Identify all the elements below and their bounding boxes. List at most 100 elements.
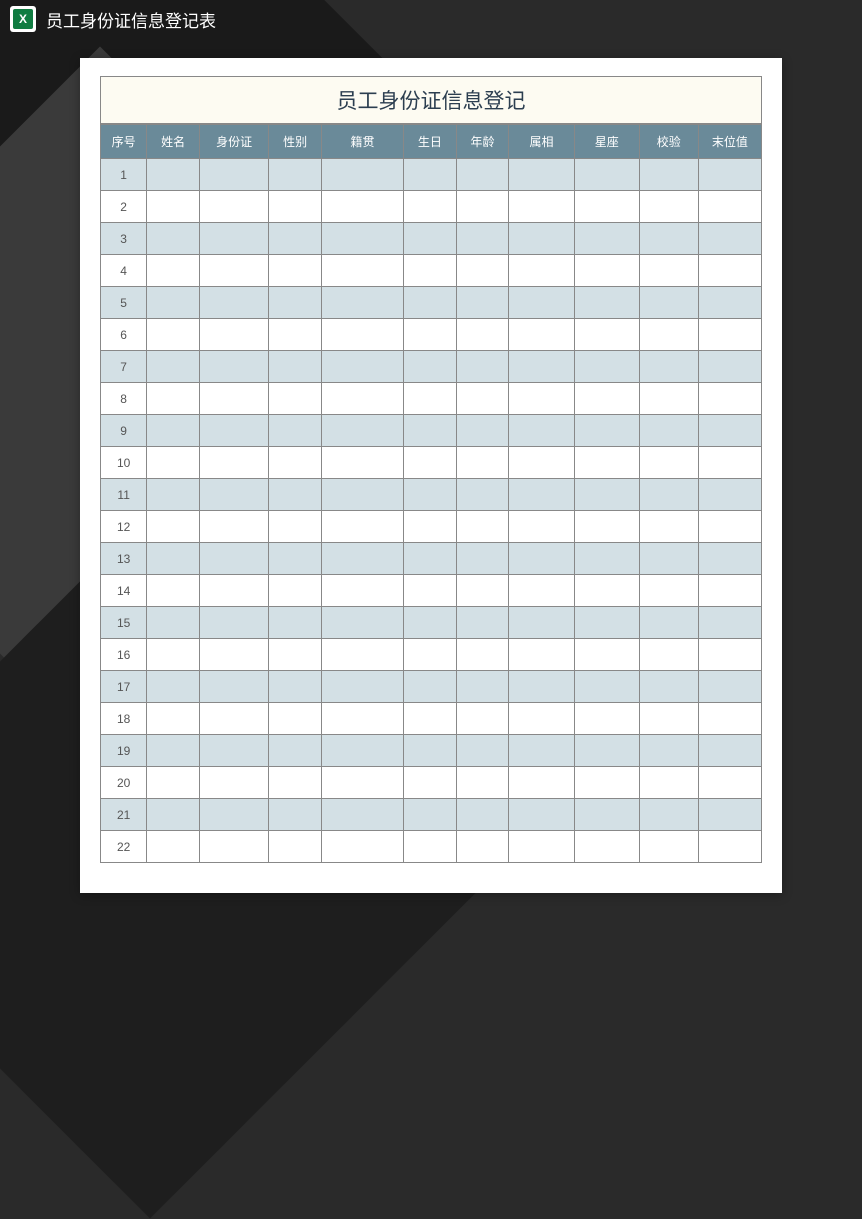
cell-empty xyxy=(509,479,574,511)
cell-empty xyxy=(269,223,322,255)
cell-empty xyxy=(404,351,457,383)
cell-empty xyxy=(698,447,761,479)
cell-empty xyxy=(199,639,268,671)
cell-empty xyxy=(322,351,404,383)
cell-seq: 12 xyxy=(101,511,147,543)
cell-empty xyxy=(698,639,761,671)
cell-empty xyxy=(456,575,509,607)
table-row: 7 xyxy=(101,351,762,383)
cell-empty xyxy=(404,703,457,735)
cell-empty xyxy=(404,831,457,863)
cell-empty xyxy=(698,735,761,767)
cell-empty xyxy=(509,799,574,831)
cell-empty xyxy=(404,735,457,767)
cell-empty xyxy=(404,607,457,639)
cell-empty xyxy=(199,831,268,863)
cell-empty xyxy=(269,511,322,543)
cell-empty xyxy=(574,831,639,863)
table-row: 21 xyxy=(101,799,762,831)
table-row: 10 xyxy=(101,447,762,479)
cell-seq: 16 xyxy=(101,639,147,671)
cell-seq: 3 xyxy=(101,223,147,255)
cell-empty xyxy=(639,159,698,191)
cell-empty xyxy=(639,383,698,415)
cell-empty xyxy=(199,607,268,639)
cell-empty xyxy=(322,831,404,863)
cell-empty xyxy=(639,255,698,287)
cell-empty xyxy=(509,671,574,703)
cell-empty xyxy=(639,543,698,575)
cell-empty xyxy=(698,191,761,223)
cell-empty xyxy=(456,767,509,799)
cell-empty xyxy=(199,287,268,319)
cell-empty xyxy=(404,255,457,287)
cell-empty xyxy=(147,831,200,863)
table-row: 3 xyxy=(101,223,762,255)
cell-empty xyxy=(574,639,639,671)
cell-empty xyxy=(147,511,200,543)
cell-empty xyxy=(404,511,457,543)
page-title: 员工身份证信息登记表 xyxy=(46,7,216,32)
cell-empty xyxy=(574,351,639,383)
cell-empty xyxy=(639,799,698,831)
cell-empty xyxy=(639,319,698,351)
cell-seq: 4 xyxy=(101,255,147,287)
cell-empty xyxy=(199,575,268,607)
page-header: X 员工身份证信息登记表 xyxy=(0,0,862,38)
cell-seq: 17 xyxy=(101,671,147,703)
cell-empty xyxy=(456,191,509,223)
cell-empty xyxy=(509,255,574,287)
cell-seq: 6 xyxy=(101,319,147,351)
cell-seq: 15 xyxy=(101,607,147,639)
cell-seq: 14 xyxy=(101,575,147,607)
col-header-last: 末位值 xyxy=(698,125,761,159)
cell-seq: 20 xyxy=(101,767,147,799)
cell-empty xyxy=(199,703,268,735)
cell-empty xyxy=(199,415,268,447)
cell-empty xyxy=(456,447,509,479)
document-title: 员工身份证信息登记 xyxy=(100,76,762,124)
cell-empty xyxy=(404,639,457,671)
cell-empty xyxy=(574,223,639,255)
cell-empty xyxy=(456,319,509,351)
cell-empty xyxy=(269,319,322,351)
cell-empty xyxy=(698,767,761,799)
cell-empty xyxy=(574,255,639,287)
table-row: 9 xyxy=(101,415,762,447)
cell-empty xyxy=(404,479,457,511)
cell-seq: 11 xyxy=(101,479,147,511)
cell-empty xyxy=(456,671,509,703)
cell-empty xyxy=(147,767,200,799)
cell-empty xyxy=(509,191,574,223)
cell-empty xyxy=(639,767,698,799)
cell-empty xyxy=(639,703,698,735)
cell-seq: 2 xyxy=(101,191,147,223)
cell-empty xyxy=(698,159,761,191)
cell-empty xyxy=(404,287,457,319)
cell-empty xyxy=(322,415,404,447)
cell-empty xyxy=(639,639,698,671)
cell-empty xyxy=(199,191,268,223)
cell-empty xyxy=(698,479,761,511)
cell-empty xyxy=(269,767,322,799)
cell-empty xyxy=(698,351,761,383)
cell-empty xyxy=(509,703,574,735)
cell-empty xyxy=(269,831,322,863)
cell-empty xyxy=(509,831,574,863)
cell-empty xyxy=(322,767,404,799)
excel-icon-letter: X xyxy=(13,9,33,29)
cell-empty xyxy=(574,703,639,735)
cell-empty xyxy=(574,671,639,703)
cell-empty xyxy=(199,223,268,255)
table-row: 13 xyxy=(101,543,762,575)
table-row: 12 xyxy=(101,511,762,543)
cell-empty xyxy=(456,351,509,383)
cell-empty xyxy=(698,287,761,319)
cell-empty xyxy=(322,383,404,415)
cell-empty xyxy=(639,287,698,319)
cell-empty xyxy=(698,799,761,831)
cell-empty xyxy=(639,575,698,607)
cell-empty xyxy=(147,255,200,287)
cell-empty xyxy=(574,575,639,607)
table-row: 2 xyxy=(101,191,762,223)
